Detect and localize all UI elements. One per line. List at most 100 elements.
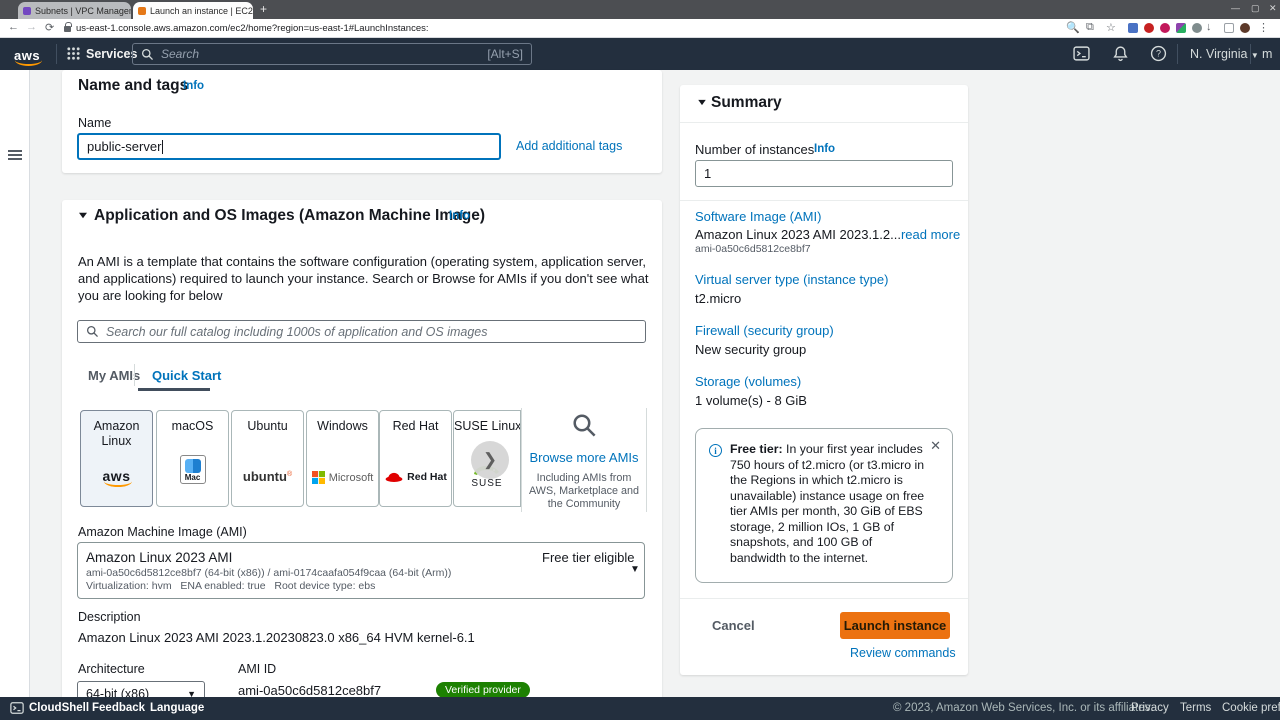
ami-description: An AMI is a template that contains the s… (78, 254, 649, 303)
mac-icon: Mac (157, 455, 228, 484)
extension-icon[interactable] (1144, 23, 1154, 33)
window-minimize-icon[interactable]: — (1231, 3, 1240, 13)
account-menu[interactable]: m (1262, 47, 1272, 61)
architecture-label: Architecture (78, 662, 145, 676)
launch-instance-button[interactable]: Launch instance (840, 612, 950, 639)
footer-terms[interactable]: Terms (1180, 702, 1211, 714)
instances-input[interactable]: 1 (695, 160, 953, 187)
extension-icon[interactable] (1160, 23, 1170, 33)
extension-icon[interactable] (1176, 23, 1186, 33)
aws-logo: aws (102, 468, 133, 487)
ec2-favicon (138, 6, 146, 15)
active-tab-underline (138, 388, 210, 391)
url-text[interactable]: us-east-1.console.aws.amazon.com/ec2/hom… (76, 23, 429, 34)
ami-select-dropdown[interactable]: Amazon Linux 2023 AMI Free tier eligible… (77, 542, 645, 599)
search-icon (141, 48, 154, 61)
collapsed-sidebar (0, 70, 30, 697)
info-link[interactable]: Info (183, 80, 204, 92)
zoom-icon[interactable]: 🔍 (1066, 21, 1080, 34)
window-close-icon[interactable]: ✕ (1269, 3, 1277, 14)
ubuntu-logo: ubuntu® (242, 469, 293, 484)
ami-select-label: Amazon Machine Image (AMI) (78, 525, 247, 539)
vpc-favicon (23, 6, 31, 15)
ami-card-redhat[interactable]: Red Hat Red Hat (379, 410, 452, 507)
name-input[interactable]: public-server (77, 133, 501, 160)
aws-top-nav: aws Services Search [Alt+S] ? N. Virgini… (0, 38, 1280, 70)
back-icon[interactable]: ← (8, 21, 19, 33)
free-tier-text: Free tier: In your first year includes 7… (730, 442, 925, 565)
read-more-link[interactable]: read more (901, 227, 960, 242)
info-link[interactable]: Info (449, 210, 470, 222)
summary-row-label[interactable]: Virtual server type (instance type) (695, 272, 888, 287)
browse-more-amis-link[interactable]: Browse more AMIs (522, 450, 646, 465)
summary-row-value: New security group (695, 342, 807, 357)
ami-search-box[interactable] (77, 320, 646, 343)
profile-avatar[interactable] (1240, 23, 1250, 33)
summary-row-label[interactable]: Firewall (security group) (695, 323, 834, 338)
refresh-icon[interactable]: ⟳ (45, 21, 54, 34)
aws-logo[interactable]: aws (14, 49, 43, 66)
new-tab-icon[interactable]: + (260, 2, 267, 16)
footer-feedback[interactable]: Feedback (92, 702, 145, 714)
region-selector[interactable]: N. Virginia ▼ (1190, 47, 1259, 61)
tab-quick-start[interactable]: Quick Start (152, 368, 221, 383)
footer-cookie-preferences[interactable]: Cookie preferences (1222, 702, 1280, 714)
info-link[interactable]: Info (814, 143, 835, 155)
browser-tab-vpc[interactable]: Subnets | VPC Management Con ✕ (18, 2, 131, 19)
forward-icon[interactable]: → (26, 21, 37, 33)
summary-row-label[interactable]: Software Image (AMI) (695, 209, 821, 224)
instances-label: Number of instances (695, 142, 815, 157)
tab-my-amis[interactable]: My AMIs (88, 368, 140, 383)
summary-row-label[interactable]: Storage (volumes) (695, 374, 801, 389)
browser-tab-ec2[interactable]: Launch an instance | EC2 Manag ✕ (133, 2, 253, 19)
ami-card-macos[interactable]: macOS Mac (156, 410, 229, 507)
services-grid-icon[interactable] (66, 46, 81, 61)
global-search-box[interactable]: Search [Alt+S] (132, 43, 532, 65)
ami-id-value: ami-0a50c6d5812ce8bf7 (238, 683, 382, 698)
ami-card-amazon-linux[interactable]: Amazon Linux aws (80, 410, 153, 507)
name-label: Name (78, 116, 112, 130)
services-menu[interactable]: Services (86, 47, 137, 61)
extension-icon[interactable] (1192, 23, 1202, 33)
close-icon[interactable]: ✕ (930, 438, 941, 454)
summary-row-value: 1 volume(s) - 8 GiB (695, 393, 807, 408)
dropdown-arrow-icon[interactable]: ▼ (630, 564, 640, 575)
cloudshell-icon[interactable] (10, 701, 24, 715)
footer-privacy[interactable]: Privacy (1131, 702, 1169, 714)
description-value: Amazon Linux 2023 AMI 2023.1.20230823.0 … (78, 630, 475, 645)
cloudshell-icon[interactable] (1073, 45, 1090, 62)
window-maximize-icon[interactable]: ▢ (1251, 3, 1260, 14)
extension-icon[interactable] (1128, 23, 1138, 33)
hamburger-menu-icon[interactable] (8, 150, 22, 160)
tab-title: Subnets | VPC Management Con (35, 5, 131, 16)
footer-cloudshell[interactable]: CloudShell (29, 702, 89, 714)
summary-row-sub: ami-0a50c6d5812ce8bf7 (695, 243, 811, 255)
review-commands-link[interactable]: Review commands (850, 646, 956, 660)
summary-panel: Summary Number of instances Info 1 Softw… (680, 85, 968, 675)
browser-menu-icon[interactable]: ⋮ (1258, 21, 1269, 34)
section-title: Name and tags (78, 77, 189, 94)
download-icon[interactable]: ↓ (1206, 21, 1212, 33)
add-additional-tags-link[interactable]: Add additional tags (516, 139, 622, 153)
free-tier-callout: i ✕ Free tier: In your first year includ… (695, 428, 953, 583)
ami-card-windows[interactable]: Windows Microsoft (306, 410, 379, 507)
ami-search-input[interactable] (77, 320, 646, 343)
search-icon (571, 412, 598, 439)
search-placeholder: Search (161, 47, 200, 61)
console-footer: CloudShell Feedback Language © 2023, Ama… (0, 697, 1280, 720)
ami-card-ubuntu[interactable]: Ubuntu ubuntu® (231, 410, 304, 507)
help-icon[interactable]: ? (1150, 45, 1167, 62)
ami-id-label: AMI ID (238, 662, 277, 676)
description-label: Description (78, 610, 141, 624)
share-icon[interactable]: ⧉ (1086, 21, 1094, 34)
summary-row-value: t2.micro (695, 291, 742, 306)
bookmark-star-icon[interactable]: ☆ (1106, 21, 1116, 34)
info-icon: i (709, 444, 722, 457)
extension-icon[interactable] (1224, 23, 1234, 33)
collapse-triangle-icon[interactable] (698, 99, 706, 106)
carousel-next-button[interactable]: ❯ (471, 441, 509, 479)
notifications-bell-icon[interactable] (1112, 45, 1129, 62)
collapse-triangle-icon[interactable] (79, 212, 87, 219)
footer-language[interactable]: Language (150, 702, 204, 714)
cancel-button[interactable]: Cancel (712, 618, 755, 633)
